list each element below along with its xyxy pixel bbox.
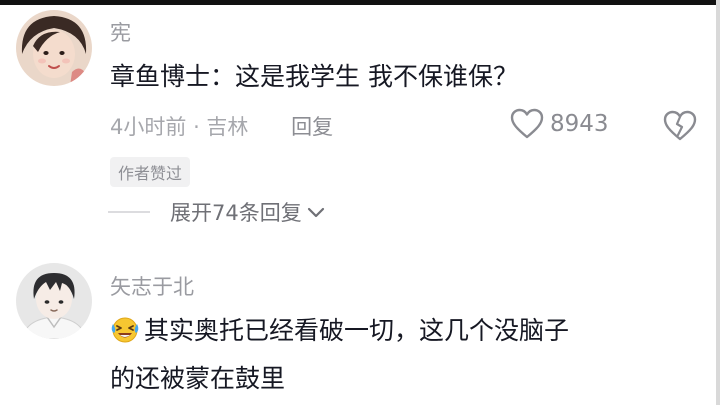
expand-divider-line (108, 211, 150, 213)
expand-replies-label: 展开74条回复 (170, 201, 302, 225)
user-avatar-2[interactable] (16, 263, 92, 339)
laughing-crying-emoji-icon (110, 314, 142, 353)
chevron-down-icon (307, 207, 324, 218)
right-edge-strip (716, 0, 720, 405)
heart-outline-icon (510, 108, 544, 139)
comment-text-2-line1: 其实奥托已经看破一切，这几个没脑子 (110, 314, 569, 353)
expand-replies-button[interactable]: 展开74条回复 (108, 197, 325, 227)
broken-heart-icon (663, 110, 697, 141)
comment-meta-1: 4小时前 · 吉林 回复 (110, 111, 333, 141)
author-liked-badge: 作者赞过 (110, 157, 191, 187)
woman-avatar-icon (16, 10, 92, 86)
comment-text-1: 章鱼博士：这是我学生 我不保谁保？ (110, 62, 518, 91)
comment-location: 吉林 (206, 115, 249, 139)
user-avatar-1[interactable] (16, 10, 92, 86)
comment-time: 4小时前 (110, 115, 187, 139)
username-2[interactable]: 矢志于北 (110, 271, 194, 301)
like-button[interactable]: 8943 (510, 108, 609, 140)
dislike-button[interactable] (663, 110, 697, 146)
username-1[interactable]: 宪 (110, 17, 131, 47)
comment-text-2-line2: 的还被蒙在鼓里 (110, 364, 286, 393)
reply-button[interactable]: 回复 (291, 115, 333, 139)
comment-text-2-part1: 其实奥托已经看破一切，这几个没脑子 (144, 316, 570, 345)
meta-separator: · (193, 115, 207, 139)
top-edge-bar (0, 0, 720, 5)
like-count: 8943 (550, 111, 609, 137)
anime-boy-avatar-icon (16, 263, 92, 339)
